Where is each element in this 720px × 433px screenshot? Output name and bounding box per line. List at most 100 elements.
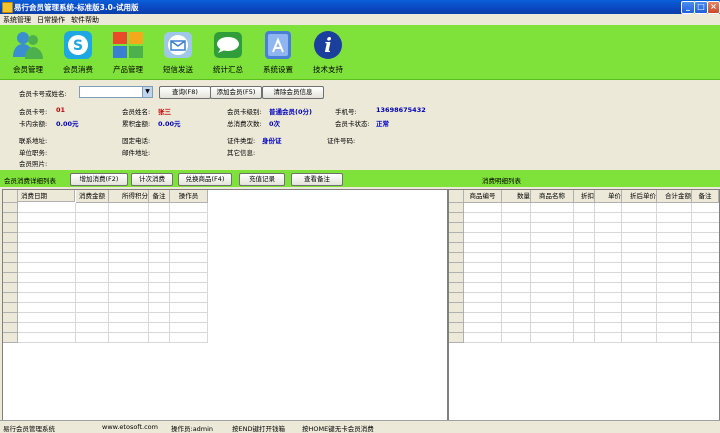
svg-text:S: S <box>73 38 83 54</box>
col-product-name[interactable]: 商品名称 <box>531 190 574 203</box>
card-no-value: 01 <box>56 106 66 114</box>
id-type-value: 身份证 <box>262 137 282 145</box>
toolbar-support[interactable]: i 技术支持 <box>304 26 352 77</box>
menu-daily[interactable]: 日常操作 <box>37 15 65 25</box>
close-button[interactable]: × <box>707 1 720 14</box>
row-header[interactable] <box>449 283 464 293</box>
grid-line <box>501 203 502 343</box>
row-header[interactable] <box>449 333 464 343</box>
query-button[interactable]: 查询(F8) <box>159 86 211 99</box>
grid-line <box>464 212 719 213</box>
row-header[interactable] <box>3 273 18 283</box>
grid-line <box>594 203 595 343</box>
grid-line <box>108 203 109 343</box>
col-operator[interactable]: 操作员 <box>170 190 208 203</box>
row-header[interactable] <box>449 253 464 263</box>
grid-line <box>464 312 719 313</box>
consume-count-value: 0次 <box>269 120 281 128</box>
row-header[interactable] <box>449 273 464 283</box>
count-consume-button[interactable]: 计次消费 <box>131 173 173 186</box>
row-header[interactable] <box>3 243 18 253</box>
view-notes-button[interactable]: 查看备注 <box>291 173 343 186</box>
row-header[interactable] <box>449 293 464 303</box>
add-consume-button[interactable]: 增加消费(F2) <box>70 173 128 186</box>
balance-label: 卡内余额: <box>19 120 48 128</box>
other-info-label: 其它信息: <box>227 149 256 157</box>
col-consume-date[interactable]: 消费日期 <box>18 190 75 202</box>
toolbar-products[interactable]: 产品管理 <box>104 26 152 77</box>
menu-help[interactable]: 软件帮助 <box>71 15 99 25</box>
minimize-button[interactable]: _ <box>681 1 695 14</box>
toolbar: 会员管理 S 会员消费 产品管理 短信发送 统计汇总 系统设置 i 技术支持 <box>0 25 720 80</box>
skype-icon: S <box>64 31 92 59</box>
toolbar-stats[interactable]: 统计汇总 <box>204 26 252 77</box>
row-header[interactable] <box>449 233 464 243</box>
recharge-record-button[interactable]: 充值记录 <box>239 173 285 186</box>
accum-value: 0.00元 <box>158 120 181 128</box>
clear-member-button[interactable]: 清除会员信息 <box>262 86 324 99</box>
grid-line <box>18 292 208 293</box>
accum-label: 累积金额: <box>122 120 151 128</box>
row-header[interactable] <box>3 313 18 323</box>
toolbar-settings[interactable]: 系统设置 <box>254 26 302 77</box>
row-header[interactable] <box>3 213 18 223</box>
chevron-down-icon[interactable]: ▼ <box>142 87 152 97</box>
row-header[interactable] <box>449 223 464 233</box>
col-discount-price[interactable]: 折后单价 <box>622 190 657 203</box>
col-product-no[interactable]: 商品编号 <box>464 190 502 203</box>
id-type-label: 证件类型: <box>227 137 256 145</box>
row-header[interactable] <box>449 263 464 273</box>
member-name-label: 会员姓名: <box>122 108 151 116</box>
toolbar-sms[interactable]: 短信发送 <box>154 26 202 77</box>
col-unit-price[interactable]: 单价 <box>595 190 622 203</box>
exchange-button[interactable]: 兑换商品(F4) <box>178 173 232 186</box>
menu-system[interactable]: 系统管理 <box>3 15 31 25</box>
phone-value: 13698675432 <box>376 106 426 114</box>
row-header[interactable] <box>449 243 464 253</box>
grid-line <box>18 252 208 253</box>
row-header[interactable] <box>449 303 464 313</box>
grid-line <box>464 282 719 283</box>
grid-line <box>18 312 208 313</box>
col-points[interactable]: 所得积分 <box>109 190 149 203</box>
detail-list-title: 消费明细列表 <box>482 177 521 185</box>
grid-line <box>464 242 719 243</box>
status-bar: 易行会员管理系统 www.etosoft.com 操作员:admin 按END键… <box>0 420 720 433</box>
row-header[interactable] <box>3 283 18 293</box>
row-header[interactable] <box>3 223 18 233</box>
col-total[interactable]: 合计金额 <box>657 190 692 203</box>
grid-line <box>18 302 208 303</box>
member-search-input[interactable]: ▼ <box>79 86 153 98</box>
col-quantity[interactable]: 数量 <box>502 190 531 203</box>
consume-grid[interactable]: 消费日期 消费金额 所得积分 备注 操作员 <box>2 189 448 421</box>
toolbar-consume[interactable]: S 会员消费 <box>54 26 102 77</box>
add-member-button[interactable]: 添加会员(F5) <box>210 86 262 99</box>
detail-grid[interactable]: 商品编号 数量 商品名称 折扣 单价 折后单价 合计金额 备注 <box>448 189 720 421</box>
grid-line <box>464 232 719 233</box>
unit-label: 单位职务: <box>19 149 48 157</box>
row-header[interactable] <box>3 233 18 243</box>
row-header[interactable] <box>3 263 18 273</box>
row-header[interactable] <box>3 293 18 303</box>
col-consume-amount[interactable]: 消费金额 <box>76 190 109 203</box>
col-discount[interactable]: 折扣 <box>574 190 595 203</box>
toolbar-members[interactable]: 会员管理 <box>4 26 52 77</box>
phone-label: 手机号: <box>335 108 357 116</box>
maximize-button[interactable]: □ <box>694 1 708 14</box>
grid-line <box>18 262 208 263</box>
col-note[interactable]: 备注 <box>149 190 170 203</box>
row-header[interactable] <box>3 203 18 213</box>
row-header[interactable] <box>449 213 464 223</box>
card-level-value: 普通会员(0分) <box>269 108 312 116</box>
row-header[interactable] <box>449 313 464 323</box>
grid-line <box>18 212 208 213</box>
col-remark[interactable]: 备注 <box>692 190 719 203</box>
row-header[interactable] <box>3 333 18 343</box>
card-no-label: 会员卡号: <box>19 108 48 116</box>
row-header[interactable] <box>3 253 18 263</box>
fixed-phone-label: 固定电话: <box>122 137 151 145</box>
row-header[interactable] <box>3 323 18 333</box>
row-header[interactable] <box>449 203 464 213</box>
row-header[interactable] <box>449 323 464 333</box>
row-header[interactable] <box>3 303 18 313</box>
